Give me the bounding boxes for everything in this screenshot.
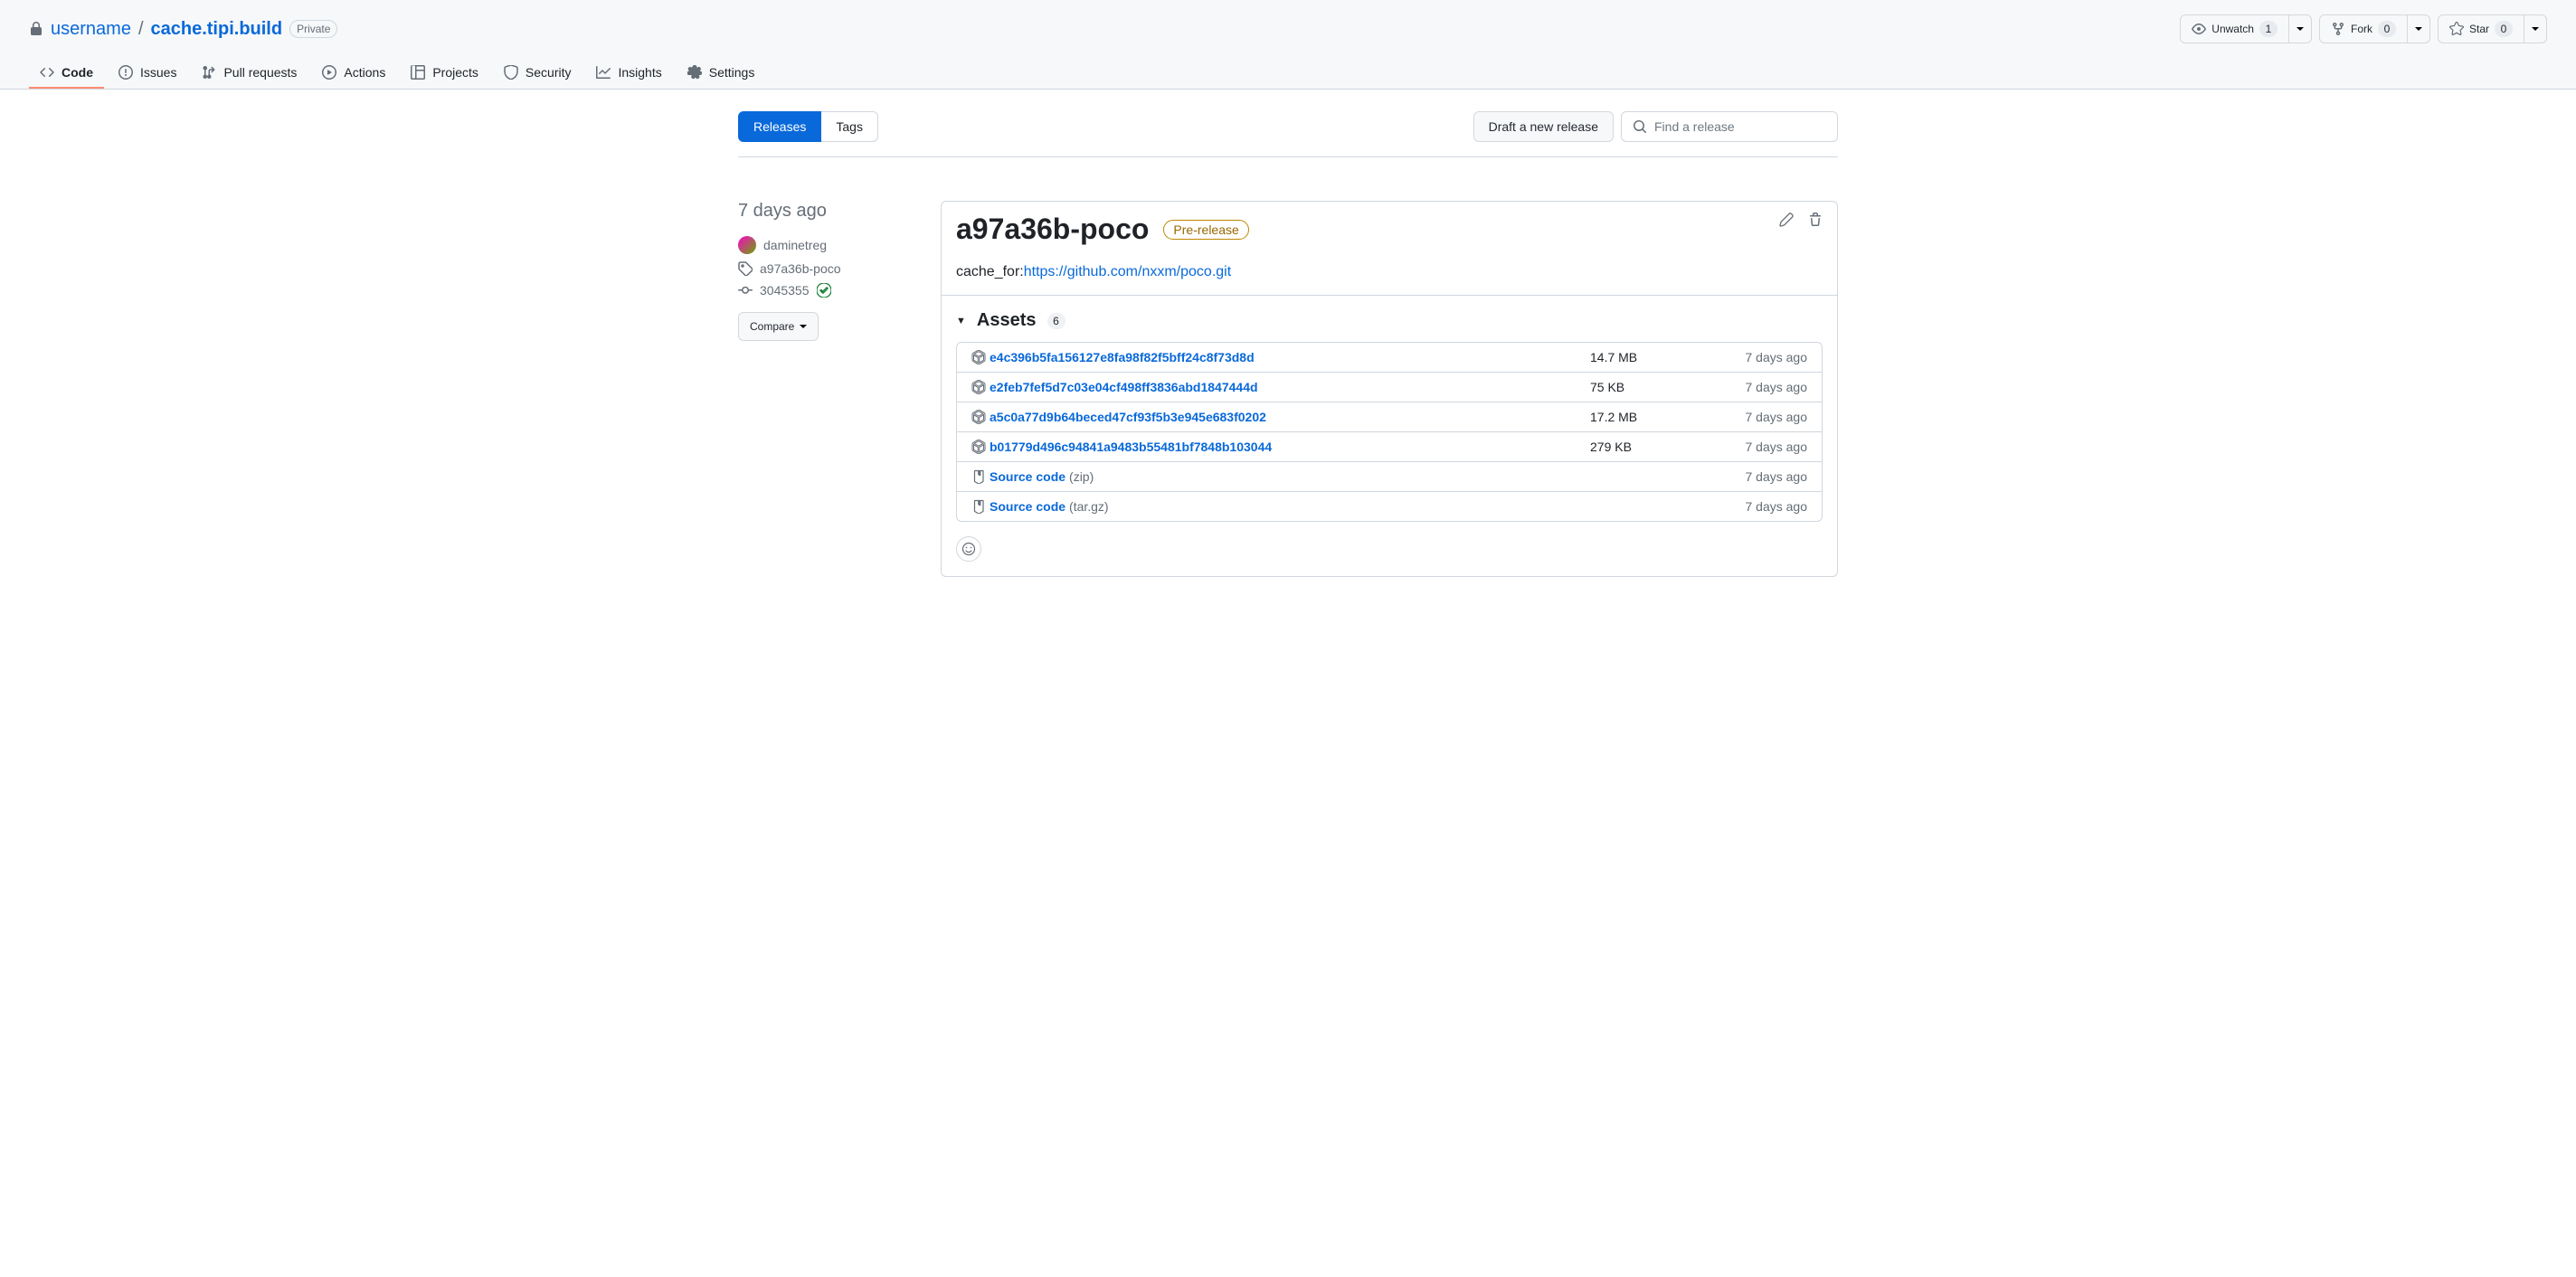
- chevron-down-icon: [2415, 25, 2422, 33]
- author-link[interactable]: daminetreg: [763, 238, 827, 252]
- asset-date: 7 days ago: [1699, 469, 1807, 484]
- star-button[interactable]: Star 0: [2438, 14, 2524, 43]
- release-body-link[interactable]: https://github.com/nxxm/poco.git: [1024, 264, 1231, 279]
- trash-icon: [1808, 213, 1823, 227]
- pr-icon: [202, 65, 216, 80]
- release-title: a97a36b-poco: [956, 213, 1149, 246]
- zip-icon: [971, 499, 986, 514]
- add-reaction-button[interactable]: [956, 536, 981, 562]
- asset-link[interactable]: a5c0a77d9b64beced47cf93f5b3e945e683f0202: [990, 410, 1266, 424]
- chevron-down-icon: [2297, 25, 2304, 33]
- asset-link[interactable]: e4c396b5fa156127e8fa98f82f5bff24c8f73d8d: [990, 350, 1255, 364]
- search-icon: [1633, 119, 1647, 134]
- caret-down-icon: ▼: [956, 316, 966, 326]
- page-header: username / cache.tipi.build Private Unwa…: [0, 0, 2576, 90]
- commit-row: 3045355: [738, 283, 919, 298]
- repo-actions: Unwatch 1 Fork 0 Star 0: [2180, 14, 2547, 43]
- table-icon: [411, 65, 425, 80]
- play-icon: [322, 65, 336, 80]
- lock-icon: [29, 22, 43, 36]
- chevron-down-icon: [800, 323, 807, 330]
- verified-icon: [817, 283, 831, 298]
- tab-pull-requests[interactable]: Pull requests: [191, 58, 308, 89]
- commit-link[interactable]: 3045355: [760, 283, 810, 298]
- watch-menu-button[interactable]: [2289, 14, 2312, 43]
- asset-row: Source code (tar.gz)7 days ago: [957, 492, 1822, 521]
- search-box[interactable]: [1621, 111, 1838, 142]
- asset-link[interactable]: b01779d496c94841a9483b55481bf7848b103044: [990, 440, 1272, 454]
- tab-issues[interactable]: Issues: [108, 58, 187, 89]
- author-row: daminetreg: [738, 236, 919, 254]
- asset-row: e4c396b5fa156127e8fa98f82f5bff24c8f73d8d…: [957, 343, 1822, 373]
- release-body: cache_for:https://github.com/nxxm/poco.g…: [942, 250, 1837, 295]
- asset-size: 17.2 MB: [1590, 410, 1699, 424]
- code-icon: [40, 65, 54, 80]
- search-input[interactable]: [1654, 119, 1826, 134]
- tab-tags[interactable]: Tags: [821, 111, 878, 142]
- visibility-badge: Private: [289, 20, 337, 38]
- fork-menu-button[interactable]: [2408, 14, 2430, 43]
- graph-icon: [596, 65, 611, 80]
- tab-code[interactable]: Code: [29, 58, 104, 89]
- tab-projects[interactable]: Projects: [400, 58, 489, 89]
- package-icon: [971, 380, 986, 394]
- package-icon: [971, 440, 986, 454]
- tab-releases[interactable]: Releases: [738, 111, 821, 142]
- tag-icon: [738, 261, 753, 276]
- commit-icon: [738, 283, 753, 298]
- assets-table: e4c396b5fa156127e8fa98f82f5bff24c8f73d8d…: [956, 342, 1823, 522]
- issue-icon: [118, 65, 133, 80]
- package-icon: [971, 410, 986, 424]
- breadcrumb-repo[interactable]: cache.tipi.build: [151, 19, 283, 40]
- asset-date: 7 days ago: [1699, 410, 1807, 424]
- delete-release-button[interactable]: [1808, 213, 1823, 227]
- shield-icon: [504, 65, 518, 80]
- asset-size: 279 KB: [1590, 440, 1699, 454]
- asset-row: e2feb7fef5d7c03e04cf498ff3836abd1847444d…: [957, 373, 1822, 402]
- compare-button[interactable]: Compare: [738, 312, 819, 341]
- asset-link[interactable]: e2feb7fef5d7c03e04cf498ff3836abd1847444d: [990, 380, 1258, 394]
- asset-row: Source code (zip)7 days ago: [957, 462, 1822, 492]
- edit-release-button[interactable]: [1779, 213, 1794, 227]
- assets-toggle[interactable]: ▼ Assets 6: [956, 310, 1823, 331]
- draft-release-button[interactable]: Draft a new release: [1473, 111, 1614, 142]
- smiley-icon: [961, 542, 976, 556]
- star-menu-button[interactable]: [2524, 14, 2547, 43]
- tag-row: a97a36b-poco: [738, 261, 919, 276]
- chevron-down-icon: [2532, 25, 2539, 33]
- tab-settings[interactable]: Settings: [677, 58, 766, 89]
- release-date: 7 days ago: [738, 201, 919, 222]
- tag-link[interactable]: a97a36b-poco: [760, 261, 841, 276]
- avatar: [738, 236, 756, 254]
- pencil-icon: [1779, 213, 1794, 227]
- release-card: a97a36b-poco Pre-release cache_for:https…: [941, 201, 1838, 577]
- breadcrumb-owner[interactable]: username: [51, 19, 131, 40]
- tab-actions[interactable]: Actions: [311, 58, 396, 89]
- asset-row: a5c0a77d9b64beced47cf93f5b3e945e683f0202…: [957, 402, 1822, 432]
- asset-size: 14.7 MB: [1590, 350, 1699, 364]
- repo-tabs: CodeIssuesPull requestsActionsProjectsSe…: [0, 58, 2576, 89]
- prerelease-badge: Pre-release: [1163, 220, 1248, 240]
- unwatch-button[interactable]: Unwatch 1: [2180, 14, 2289, 43]
- tab-insights[interactable]: Insights: [585, 58, 672, 89]
- asset-date: 7 days ago: [1699, 380, 1807, 394]
- asset-row: b01779d496c94841a9483b55481bf7848b103044…: [957, 432, 1822, 462]
- breadcrumb: username / cache.tipi.build Private: [29, 19, 337, 40]
- fork-icon: [2331, 22, 2345, 36]
- subnav: Releases Tags Draft a new release: [738, 111, 1838, 157]
- asset-date: 7 days ago: [1699, 499, 1807, 514]
- asset-size: 75 KB: [1590, 380, 1699, 394]
- release-sidebar: 7 days ago daminetreg a97a36b-poco 30453…: [738, 201, 919, 577]
- tab-security[interactable]: Security: [493, 58, 582, 89]
- eye-icon: [2192, 22, 2206, 36]
- asset-date: 7 days ago: [1699, 350, 1807, 364]
- asset-link[interactable]: Source code: [990, 499, 1065, 514]
- zip-icon: [971, 469, 986, 484]
- fork-button[interactable]: Fork 0: [2319, 14, 2408, 43]
- gear-icon: [687, 65, 702, 80]
- package-icon: [971, 350, 986, 364]
- asset-date: 7 days ago: [1699, 440, 1807, 454]
- star-icon: [2449, 22, 2464, 36]
- asset-link[interactable]: Source code: [990, 469, 1065, 484]
